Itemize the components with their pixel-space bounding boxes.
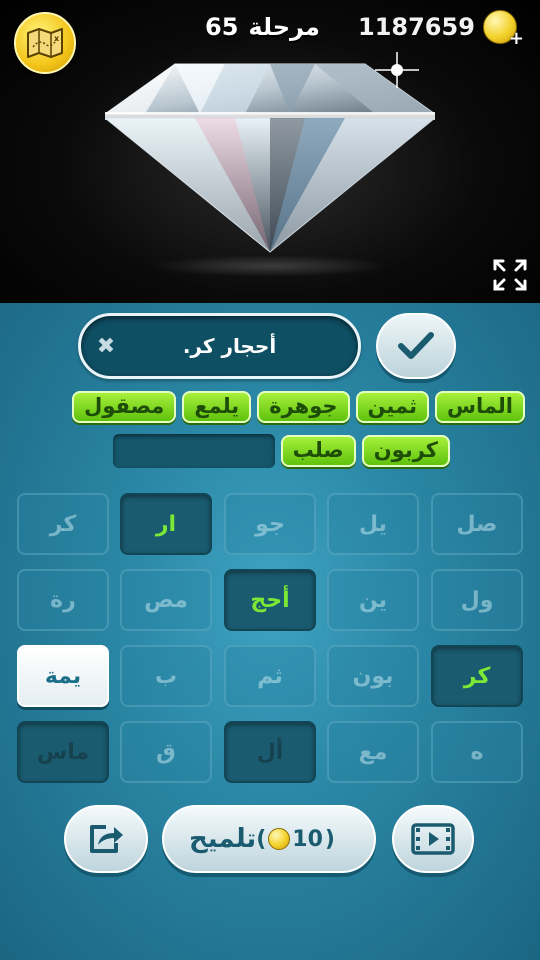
paren-open: (: [256, 826, 267, 852]
found-words-row-1: الماس ثمين جوهرة يلمع مصقول: [0, 389, 540, 425]
coin-balance[interactable]: 1187659 +: [358, 10, 524, 49]
diamond-image: [105, 52, 435, 253]
found-word: كربون: [361, 435, 450, 467]
puzzle-image: x مرحلة 65 1187659 +: [0, 0, 540, 303]
expand-icon: [493, 259, 527, 291]
submit-button[interactable]: [376, 313, 456, 379]
treasure-map-icon: x: [27, 28, 63, 58]
expand-image-button[interactable]: [492, 258, 528, 292]
found-words-row-2: كربون صلب: [0, 433, 540, 469]
coin-count: 1187659: [358, 13, 475, 41]
share-button[interactable]: [64, 805, 148, 873]
level-number: 65: [205, 13, 239, 41]
found-word: الماس: [434, 391, 525, 423]
add-coins-icon[interactable]: +: [509, 28, 524, 49]
letter-tile[interactable]: ب: [120, 645, 212, 707]
found-word: ثمين: [355, 391, 429, 423]
letter-tile[interactable]: كر: [431, 645, 523, 707]
letter-tile[interactable]: مع: [327, 721, 419, 783]
letter-tile[interactable]: ثم: [224, 645, 316, 707]
hint-cost-value: 10: [292, 826, 323, 852]
letter-tile[interactable]: يل: [327, 493, 419, 555]
hint-cost: ( 10 ): [256, 827, 335, 852]
found-word: يلمع: [182, 391, 252, 423]
letter-tile[interactable]: ق: [120, 721, 212, 783]
close-icon[interactable]: ✖: [95, 336, 117, 358]
letter-tile[interactable]: ين: [327, 569, 419, 631]
answer-text: أحجار كر.: [182, 334, 277, 358]
letter-tile[interactable]: بون: [327, 645, 419, 707]
empty-word-slot: [112, 434, 275, 468]
found-word: جوهرة: [257, 391, 350, 423]
map-button[interactable]: x: [14, 12, 76, 74]
letter-tile[interactable]: صل: [431, 493, 523, 555]
letter-tile-selected[interactable]: يمة: [17, 645, 109, 707]
found-word: مصقول: [72, 391, 177, 423]
hint-button[interactable]: تلميح ( 10 ): [162, 805, 376, 873]
letter-tile[interactable]: ه: [431, 721, 523, 783]
letter-tile[interactable]: رة: [17, 569, 109, 631]
hint-label: تلميح: [189, 824, 257, 854]
coin-icon: [268, 828, 291, 850]
game-panel: ✖ أحجار كر. الماس ثمين جوهرة يلمع مصقول …: [0, 303, 540, 960]
letter-tile[interactable]: أحج: [224, 569, 316, 631]
letter-tile[interactable]: جو: [224, 493, 316, 555]
letter-tile[interactable]: ول: [431, 569, 523, 631]
video-film-icon: [411, 823, 455, 855]
answer-field[interactable]: ✖ أحجار كر.: [78, 313, 361, 379]
checkmark-icon: [398, 332, 434, 359]
level-label: مرحلة: [248, 13, 320, 41]
coin-icon: +: [482, 10, 524, 49]
letter-tile[interactable]: ماس: [17, 721, 109, 783]
letter-tile[interactable]: مص: [120, 569, 212, 631]
diamond-reflection: [150, 255, 390, 277]
svg-text:x: x: [54, 34, 60, 43]
level-indicator: مرحلة 65: [205, 10, 320, 44]
share-icon: [90, 825, 123, 853]
letter-tile[interactable]: ار: [120, 493, 212, 555]
letter-tile-grid: صل يل جو ار كر ول ين أحج مص رة كر بون ثم…: [13, 493, 527, 785]
letter-tile[interactable]: كر: [17, 493, 109, 555]
paren-close: ): [324, 826, 335, 852]
watch-video-button[interactable]: [392, 805, 474, 873]
found-word: صلب: [280, 435, 356, 467]
letter-tile[interactable]: أل: [224, 721, 316, 783]
